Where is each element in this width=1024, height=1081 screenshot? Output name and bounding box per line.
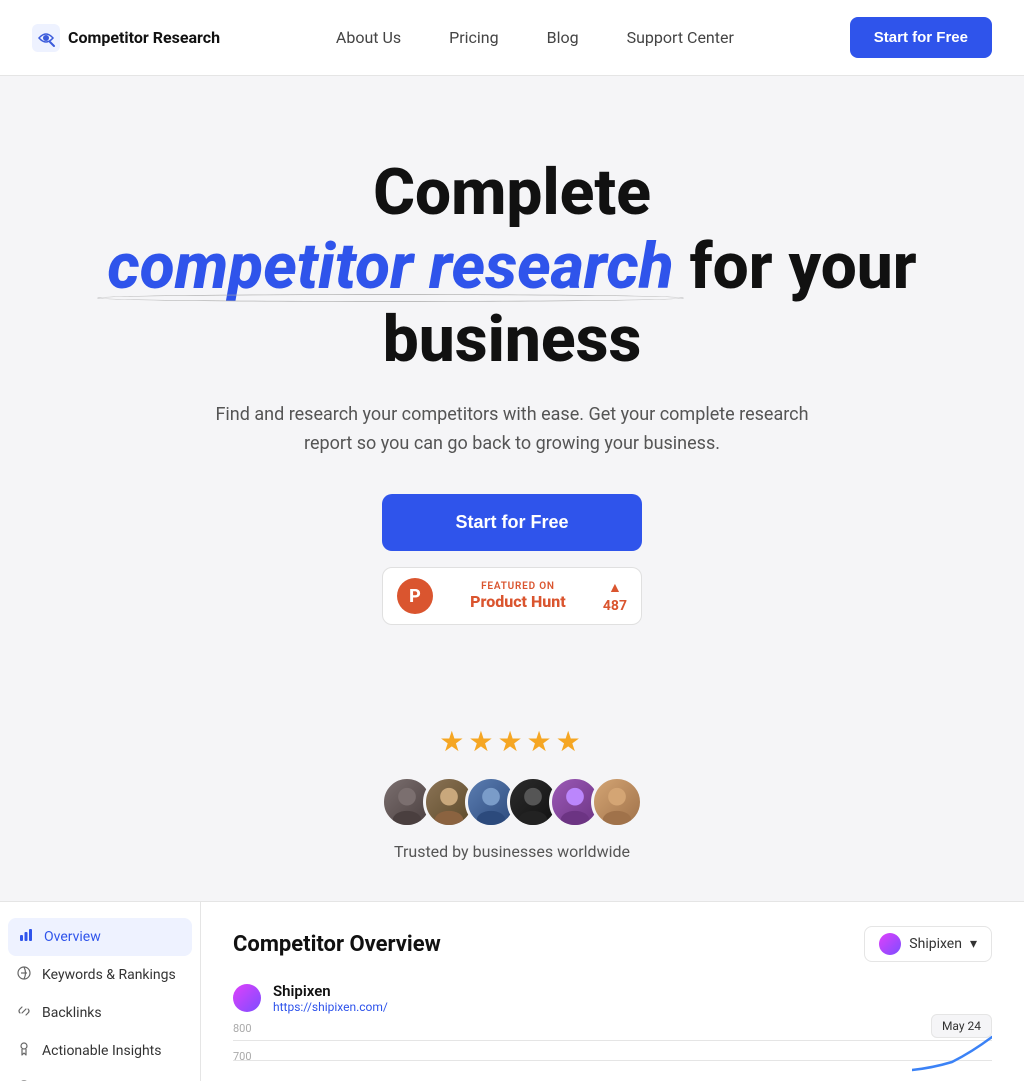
chart-label-700: 700 — [233, 1050, 252, 1063]
nav-pricing[interactable]: Pricing — [449, 28, 499, 47]
competitor-url: https://shipixen.com/ — [273, 1000, 388, 1014]
avatar-6 — [591, 776, 643, 828]
hero-title-line1: Complete — [373, 155, 651, 230]
hero-title-italic: competitor research — [107, 230, 673, 304]
logo-text: Competitor Research — [68, 28, 220, 47]
preview-main: Competitor Overview Shipixen ▾ Shipixen … — [200, 901, 1024, 1081]
hero-title-line2: for your — [690, 229, 917, 304]
competitor-name: Shipixen — [273, 982, 388, 1000]
hero-title-line3: business — [383, 302, 642, 377]
chart-area: 800 700 May 24 — [233, 1022, 992, 1072]
ph-text: FEATURED ON Product Hunt — [443, 581, 593, 611]
sidebar-item-insights-label: Actionable Insights — [42, 1043, 162, 1059]
preview-dropdown-label: Shipixen — [909, 936, 962, 952]
preview-section: Overview Keywords & Rankings Backlinks A… — [0, 901, 1024, 1081]
sidebar-item-backlinks-label: Backlinks — [42, 1005, 102, 1021]
competitor-icon — [233, 984, 261, 1012]
preview-section-title: Competitor Overview — [233, 932, 441, 957]
sidebar-item-keywords-label: Keywords & Rankings — [42, 967, 176, 983]
competitor-row: Shipixen https://shipixen.com/ — [233, 982, 992, 1014]
sidebar-item-overview-label: Overview — [44, 929, 101, 945]
ph-vote-count: 487 — [603, 598, 627, 614]
sidebar-item-pricing[interactable]: $ Pricing Analysis — [0, 1070, 200, 1081]
ph-name: Product Hunt — [443, 592, 593, 611]
sidebar-item-backlinks[interactable]: Backlinks — [0, 994, 200, 1032]
star-rating: ★★★★★ — [0, 725, 1024, 758]
logo[interactable]: Competitor Research — [32, 24, 220, 52]
avatar-group — [0, 776, 1024, 828]
hero-cta-button[interactable]: Start for Free — [382, 494, 642, 551]
chart-curve — [912, 1032, 992, 1072]
keywords-icon — [16, 966, 32, 984]
chart-line-700 — [233, 1060, 992, 1061]
competitor-info: Shipixen https://shipixen.com/ — [273, 982, 388, 1014]
sidebar-item-insights[interactable]: Actionable Insights — [0, 1032, 200, 1070]
hero-section: Complete competitor research for your bu… — [0, 76, 1024, 685]
ph-featured-label: FEATURED ON — [443, 581, 593, 592]
insights-icon — [16, 1042, 32, 1060]
backlinks-icon — [16, 1004, 32, 1022]
preview-sidebar: Overview Keywords & Rankings Backlinks A… — [0, 901, 200, 1081]
product-hunt-badge[interactable]: P FEATURED ON Product Hunt ▲ 487 — [382, 567, 642, 625]
logo-icon — [32, 24, 60, 52]
ph-logo: P — [397, 578, 433, 614]
hero-subtitle: Find and research your competitors with … — [212, 401, 812, 459]
chart-label-800: 800 — [233, 1022, 252, 1035]
preview-dropdown[interactable]: Shipixen ▾ — [864, 926, 992, 962]
navbar: Competitor Research About Us Pricing Blo… — [0, 0, 1024, 76]
sidebar-item-overview[interactable]: Overview — [8, 918, 192, 956]
overview-icon — [18, 928, 34, 946]
nav-blog[interactable]: Blog — [547, 28, 579, 47]
sidebar-item-keywords[interactable]: Keywords & Rankings — [0, 956, 200, 994]
trusted-text: Trusted by businesses worldwide — [0, 842, 1024, 861]
social-proof-section: ★★★★★ — [0, 685, 1024, 881]
chevron-down-icon: ▾ — [970, 936, 977, 952]
ph-votes: ▲ 487 — [603, 579, 627, 614]
nav-cta-button[interactable]: Start for Free — [850, 17, 992, 58]
chart-line-800 — [233, 1040, 992, 1041]
nav-links: About Us Pricing Blog Support Center — [336, 28, 734, 47]
hero-title: Complete competitor research for your bu… — [80, 156, 944, 377]
preview-header: Competitor Overview Shipixen ▾ — [233, 926, 992, 962]
ph-arrow-icon: ▲ — [608, 579, 622, 596]
preview-badge-icon — [879, 933, 901, 955]
nav-about[interactable]: About Us — [336, 28, 401, 47]
nav-support[interactable]: Support Center — [627, 28, 734, 47]
